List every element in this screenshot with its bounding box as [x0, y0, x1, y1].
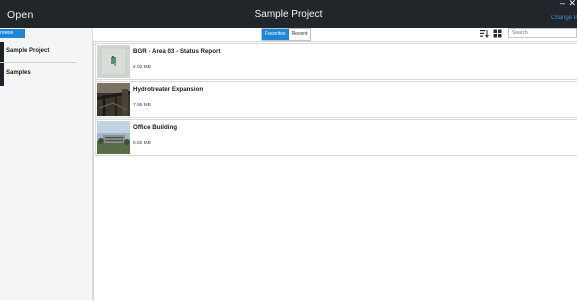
project-name: BGR - Area 03 - Status Report — [133, 48, 221, 55]
tab-favorites[interactable]: Favorites — [262, 29, 289, 40]
grid-view-icon[interactable] — [493, 29, 502, 38]
selection-indicator — [0, 64, 4, 86]
title-bar: Open Sample Project – ✕ Change P — [0, 0, 577, 28]
window-title: Sample Project — [254, 9, 323, 20]
project-size: 5.92 MB — [133, 141, 151, 146]
project-name: Hydrotreater Expansion — [133, 86, 204, 93]
project-card[interactable]: Hydrotreater Expansion 7.95 MB — [95, 81, 577, 118]
view-tabs: Favorites Recent — [261, 28, 312, 41]
project-card[interactable]: Office Building 5.92 MB — [95, 119, 577, 156]
sidebar-item-label: Sample Project — [6, 48, 50, 54]
sidebar-item-label: Samples — [6, 70, 31, 76]
close-icon[interactable]: ✕ — [568, 0, 576, 9]
selection-indicator — [0, 42, 4, 64]
sort-icon[interactable] — [480, 29, 489, 38]
toolbar: Favorites Recent — [93, 28, 577, 41]
browse-button[interactable]: rowse — [0, 29, 25, 38]
tab-recent[interactable]: Recent — [288, 29, 311, 40]
project-card[interactable]: BGR - Area 03 - Status Report 2.02 MB — [95, 43, 577, 80]
sidebar-item-samples[interactable]: Samples — [0, 64, 78, 86]
sidebar: rowse Sample Project Samples — [0, 28, 93, 300]
sidebar-divider — [0, 62, 76, 63]
project-list: BGR - Area 03 - Status Report 2.02 MB Hy… — [93, 41, 577, 301]
project-name: Office Building — [133, 124, 177, 131]
minimize-icon[interactable]: – — [560, 0, 565, 8]
change-project-link[interactable]: Change P — [551, 15, 577, 21]
report-thumbnail — [97, 45, 130, 78]
search-input[interactable] — [508, 28, 577, 38]
industrial-thumbnail — [97, 83, 130, 116]
project-size: 7.95 MB — [133, 103, 151, 108]
sidebar-item-sample-project[interactable]: Sample Project — [0, 42, 78, 64]
building-thumbnail — [97, 121, 130, 154]
project-size: 2.02 MB — [133, 65, 151, 70]
